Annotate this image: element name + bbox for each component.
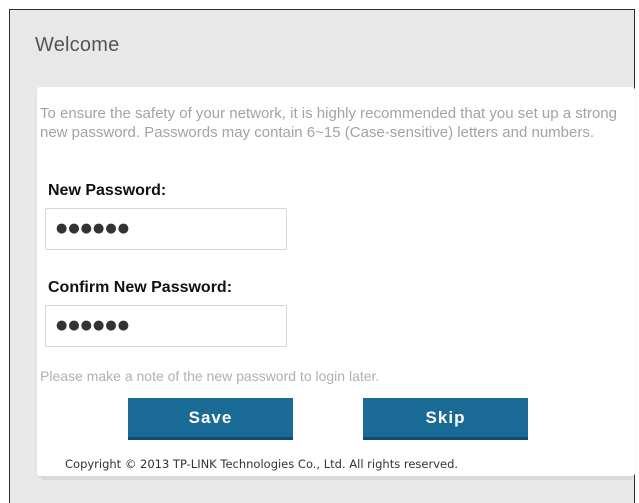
card-shadow bbox=[41, 476, 633, 480]
skip-button[interactable]: Skip bbox=[363, 398, 528, 440]
copyright-text: Copyright © 2013 TP-LINK Technologies Co… bbox=[65, 457, 459, 471]
confirm-password-label: Confirm New Password: bbox=[48, 279, 233, 296]
save-button[interactable]: Save bbox=[128, 398, 293, 440]
welcome-panel: Welcome To ensure the safety of your net… bbox=[9, 9, 635, 503]
confirm-password-value: ●●●●●● bbox=[56, 318, 131, 333]
new-password-input[interactable]: ●●●●●● bbox=[45, 208, 287, 250]
confirm-password-input[interactable]: ●●●●●● bbox=[45, 305, 287, 347]
new-password-value: ●●●●●● bbox=[56, 221, 131, 236]
new-password-label: New Password: bbox=[48, 182, 167, 199]
password-hint: Please make a note of the new password t… bbox=[40, 368, 380, 384]
page-title: Welcome bbox=[35, 34, 120, 56]
password-card: To ensure the safety of your network, it… bbox=[37, 87, 635, 476]
security-notice: To ensure the safety of your network, it… bbox=[40, 105, 617, 141]
